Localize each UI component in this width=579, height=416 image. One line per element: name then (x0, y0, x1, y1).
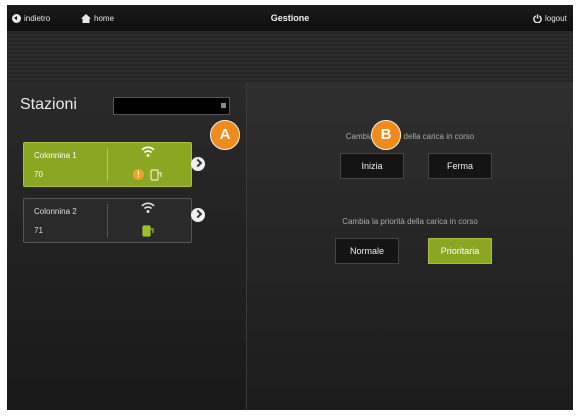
wifi-icon (141, 202, 155, 213)
normal-priority-button[interactable]: Normale (335, 238, 399, 264)
card-divider (107, 204, 108, 237)
station-number: 70 (34, 170, 43, 179)
power-icon (533, 13, 542, 23)
logout-label: logout (545, 13, 567, 23)
card-divider (107, 148, 108, 181)
dropdown-icon (221, 103, 226, 108)
stop-button[interactable]: Ferma (428, 153, 492, 179)
top-bar: indietro home Gestione logout (7, 5, 573, 32)
warning-icon: ! (133, 169, 144, 180)
station-card-1[interactable]: Colonnina 1 70 ! (23, 142, 192, 187)
station-number: 71 (34, 226, 43, 235)
state-label: Cambia lo stato della carica in corso (345, 132, 475, 141)
start-button[interactable]: Inizia (340, 153, 404, 179)
page-title: Gestione (270, 13, 310, 23)
callout-marker-b: B (371, 120, 401, 150)
fuel-plug-icon (150, 169, 162, 181)
fuel-plug-icon (142, 225, 154, 237)
header-band (7, 32, 573, 82)
charge-panel: Cambia lo stato della carica in corso In… (247, 82, 573, 410)
stations-title: Stazioni (20, 96, 77, 113)
station-card-2[interactable]: Colonnina 2 71 (23, 198, 192, 243)
high-priority-button[interactable]: Prioritaria (428, 238, 492, 264)
next-button-2[interactable] (191, 208, 205, 222)
wifi-icon (141, 146, 155, 157)
app-screen: indietro home Gestione logout Stazioni C… (7, 5, 573, 410)
logout-button[interactable]: logout (533, 5, 567, 31)
next-button-1[interactable] (191, 157, 205, 171)
station-name: Colonnina 1 (34, 151, 77, 160)
station-name: Colonnina 2 (34, 207, 77, 216)
callout-marker-a: A (210, 120, 240, 150)
priority-label: Cambia la priorità della carica in corso (342, 217, 478, 226)
station-selector[interactable] (113, 97, 230, 115)
